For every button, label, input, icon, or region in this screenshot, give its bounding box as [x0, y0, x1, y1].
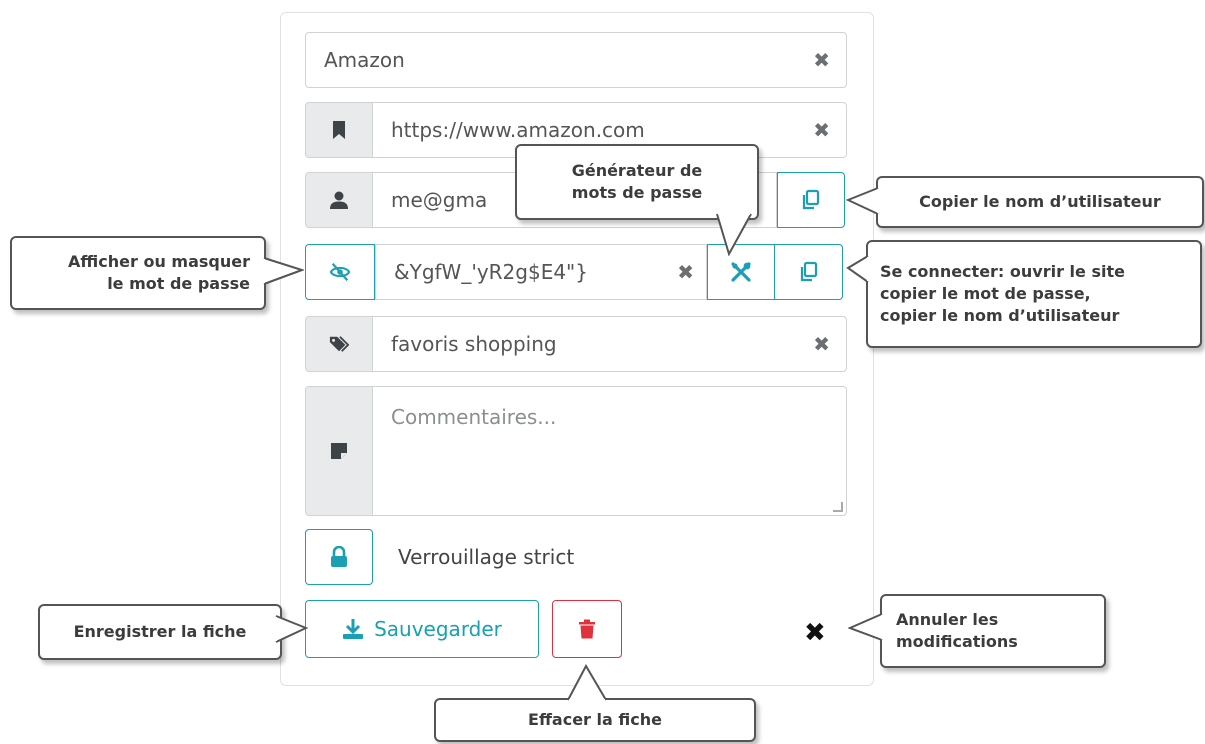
url-value: https://www.amazon.com [391, 118, 645, 142]
copy-username-button[interactable] [777, 172, 845, 228]
comments-row: Commentaires... [305, 386, 847, 516]
callout-cancel-line1: Annuler les [896, 610, 999, 629]
callout-delete-pointer [567, 664, 607, 702]
save-button-label: Sauvegarder [374, 617, 502, 641]
toggle-password-visibility-button[interactable] [305, 244, 375, 300]
lock-icon [331, 546, 347, 567]
callout-copy-username: Copier le nom d’utilisateur [876, 176, 1204, 228]
bookmark-icon [305, 102, 373, 158]
connect-copy-password-button[interactable] [775, 244, 843, 300]
callout-copy-username-text: Copier le nom d’utilisateur [919, 192, 1161, 211]
copy-icon [800, 261, 817, 282]
callout-toggle-password: Afficher ou masquer le mot de passe [10, 236, 266, 310]
save-button[interactable]: Sauvegarder [305, 600, 539, 658]
password-row: &YgfW_'yR2g$E4"} ✖ [305, 244, 847, 300]
tags-icon [305, 316, 373, 372]
wrench-screwdriver-icon [731, 262, 751, 282]
callout-delete: Effacer la fiche [434, 698, 756, 742]
textarea-resize-handle[interactable] [833, 502, 843, 512]
callout-cancel-pointer [848, 613, 884, 641]
callout-save-pointer [274, 615, 308, 643]
user-icon [305, 172, 373, 228]
callout-cancel: Annuler les modifications [880, 594, 1106, 668]
callout-delete-text: Effacer la fiche [528, 710, 662, 729]
tags-field[interactable]: favoris shopping ✖ [373, 316, 847, 372]
callout-save: Enregistrer la fiche [38, 604, 282, 660]
password-value: &YgfW_'yR2g$E4"} [394, 260, 588, 284]
callout-password-generator: Générateur de mots de passe [515, 144, 759, 220]
tags-row: favoris shopping ✖ [305, 316, 847, 372]
sticky-note-icon [305, 386, 373, 516]
callout-toggle-password-pointer [262, 257, 304, 285]
strict-lock-label: Verrouillage strict [398, 545, 575, 569]
password-field[interactable]: &YgfW_'yR2g$E4"} ✖ [375, 244, 707, 300]
callout-connect-line3: copier le nom d’utilisateur [880, 306, 1120, 325]
clear-password-icon[interactable]: ✖ [677, 260, 694, 284]
strict-lock-toggle[interactable] [305, 529, 373, 585]
callout-cancel-line2: modifications [896, 632, 1018, 651]
callout-connect-line2: copier le mot de passe, [880, 284, 1091, 303]
callout-generator-pointer [716, 212, 752, 256]
clear-title-icon[interactable]: ✖ [813, 48, 830, 72]
callout-connect: Se connecter: ouvrir le site copier le m… [866, 240, 1202, 348]
callout-connect-pointer [846, 255, 870, 283]
title-value: Amazon [324, 48, 405, 72]
clear-tags-icon[interactable]: ✖ [813, 332, 830, 356]
delete-button[interactable] [552, 600, 622, 658]
comments-placeholder: Commentaires... [391, 405, 557, 429]
callout-generator-line1: Générateur de [571, 161, 703, 180]
eye-slash-icon [329, 263, 351, 281]
title-field[interactable]: Amazon ✖ [305, 32, 847, 88]
tags-value: favoris shopping [391, 332, 557, 356]
download-icon [343, 619, 364, 639]
callout-connect-line1: Se connecter: ouvrir le site [880, 262, 1125, 281]
callout-toggle-line1: Afficher ou masquer [68, 252, 250, 271]
cancel-icon[interactable]: ✖ [804, 618, 826, 648]
callout-copy-username-pointer [846, 187, 880, 215]
clear-url-icon[interactable]: ✖ [813, 118, 830, 142]
callout-generator-line2: mots de passe [571, 183, 703, 202]
callout-save-text: Enregistrer la fiche [73, 622, 247, 641]
trash-icon [579, 619, 595, 639]
comments-textarea[interactable]: Commentaires... [373, 386, 847, 516]
callout-toggle-line2: le mot de passe [107, 274, 250, 293]
title-row: Amazon ✖ [305, 32, 847, 88]
username-value: me@gma [391, 188, 488, 212]
copy-icon [802, 189, 820, 210]
